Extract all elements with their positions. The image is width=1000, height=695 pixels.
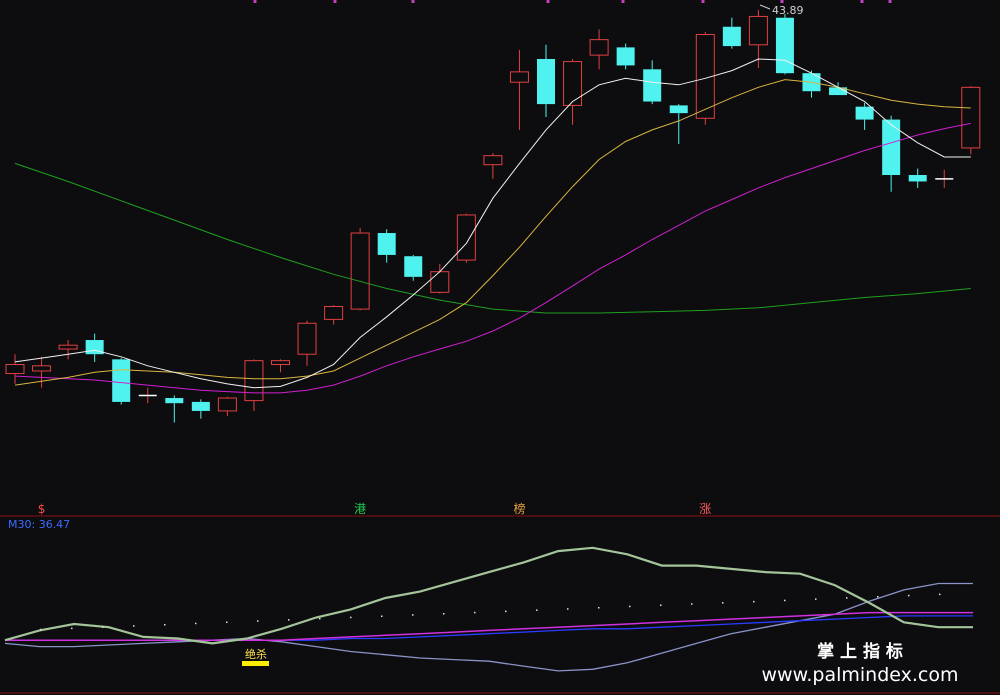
indicator-dot [567,608,569,610]
top-tick-dot [701,0,705,3]
chart-background [0,0,1000,695]
indicator-dot [412,614,414,616]
top-tick-dot [621,0,625,3]
signal-label: 港 [354,502,366,516]
top-tick-dot [888,0,892,3]
indicator-dot [846,597,848,599]
candle-body-down [377,233,396,255]
candle-body-down [643,69,662,102]
watermark-url: www.palmindex.com [761,664,958,686]
indicator-dot [288,619,290,621]
watermark-title: 掌 上 指 标 [817,641,903,662]
high-price-label: 43.89 [772,4,804,17]
indicator-dot [660,604,662,606]
signal-label: 榜 [513,501,525,516]
indicator-dot [381,615,383,617]
signal-bar [242,661,269,666]
candle-body-down [404,256,423,277]
indicator-dot [195,622,197,625]
candle-body-down [191,401,210,411]
indicator-dot [598,607,600,609]
indicator-dot [505,610,507,613]
signal-label: 涨 [699,501,711,516]
indicator-dot [629,605,631,608]
indicator-legend: M30: 36.47 [8,518,70,531]
indicator-dot [319,617,321,620]
candle-body-down [616,47,635,66]
indicator-dot [691,603,693,605]
top-tick-dot [860,0,864,3]
indicator-dot [536,609,538,611]
candle-body-down [112,359,131,402]
stock-chart: 43.89 $ 港 榜 涨 M30: 36.47 绝杀 掌 上 指 标 www.pal… [0,0,1000,695]
top-tick-dot [411,0,415,3]
candle-body-down [669,105,688,114]
indicator-dot [877,596,879,598]
candle-body-down [855,106,874,120]
indicator-dot [815,598,817,600]
indicator-dot [443,613,445,615]
candle-body-down [882,119,901,176]
indicator-dot [164,624,166,626]
indicator-dot [257,620,259,622]
indicator-dot [133,625,135,627]
indicator-dot [40,628,42,631]
indicator-dot [753,600,755,603]
candle-body-down [722,26,741,47]
indicator-dot [102,626,104,628]
top-tick-dot [253,0,257,3]
indicator-dot [226,621,228,623]
candle-body-down [908,175,927,182]
indicator-dot [71,627,73,630]
top-tick-dot [780,0,784,3]
top-tick-dot [546,0,550,3]
indicator-dot [350,616,352,619]
candle-body-down [165,398,184,404]
candle-body-down [537,58,555,105]
indicator-signal-text: 绝杀 [245,647,267,661]
indicator-dot [908,594,910,597]
top-tick-dot [333,0,337,3]
indicator-dot [722,602,724,604]
candle-body-down [775,17,794,74]
indicator-dot [939,593,941,596]
indicator-dot [474,611,476,614]
indicator-dot [784,599,786,602]
signal-label: $ [38,502,46,516]
